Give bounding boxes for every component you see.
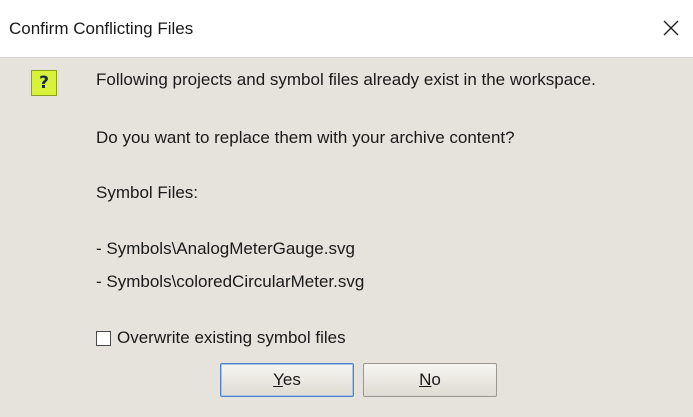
no-label-rest: o (431, 370, 441, 389)
no-mnemonic: N (419, 370, 432, 389)
dialog-title: Confirm Conflicting Files (9, 19, 194, 38)
yes-label-rest: es (282, 370, 301, 389)
overwrite-checkbox-label: Overwrite existing symbol files (117, 328, 346, 347)
question-glyph: ? (39, 72, 49, 93)
no-button-label: No (419, 370, 441, 390)
yes-mnemonic: Y (273, 370, 283, 389)
confirm-dialog: Confirm Conflicting Files ? Following pr… (0, 0, 693, 417)
no-button[interactable]: No (363, 363, 497, 397)
overwrite-option[interactable]: Overwrite existing symbol files (96, 328, 346, 348)
symbol-file-item: - Symbols\AnalogMeterGauge.svg (96, 239, 355, 258)
close-button[interactable] (655, 12, 687, 44)
symbol-files-heading: Symbol Files: (96, 183, 199, 202)
close-icon (663, 20, 679, 36)
yes-button[interactable]: Yes (220, 363, 354, 397)
yes-button-label: Yes (273, 370, 301, 390)
message-line-1: Following projects and symbol files alre… (96, 70, 596, 89)
overwrite-checkbox[interactable] (96, 330, 111, 346)
question-icon: ? (31, 70, 57, 96)
message-line-2: Do you want to replace them with your ar… (96, 128, 515, 147)
dialog-content: ? Following projects and symbol files al… (0, 58, 693, 417)
title-bar: Confirm Conflicting Files (0, 0, 693, 58)
symbol-file-item: - Symbols\coloredCircularMeter.svg (96, 272, 365, 291)
